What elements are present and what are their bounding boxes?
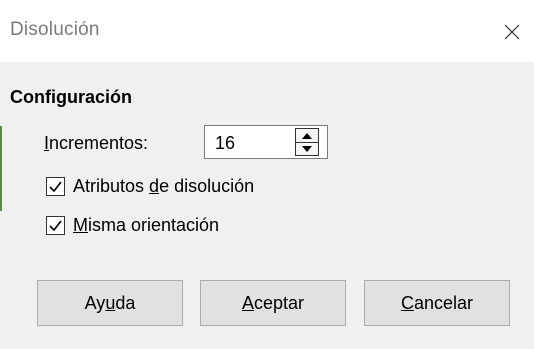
ok-button[interactable]: Aceptar [200,280,346,326]
close-button[interactable] [490,14,534,50]
settings-section-title: Configuración [10,87,132,107]
dialog-body: Configuración Incrementos: 16 Atributos … [0,62,534,349]
window-title: Disolución [10,19,100,40]
spin-buttons [295,128,319,156]
dissolve-attributes-row[interactable]: Atributos de disolución [46,174,254,198]
triangle-up-icon [302,132,312,139]
increments-spinbox[interactable]: 16 [204,125,328,159]
title-bar: Disolución [0,0,534,62]
dissolve-attributes-checkbox[interactable] [46,176,65,196]
help-button[interactable]: Ay u da [37,280,183,326]
dissolve-attributes-label: Atributos de disolución [73,176,255,196]
left-accent-line [0,126,2,211]
same-orientation-checkbox[interactable] [46,215,65,235]
spin-down-button[interactable] [296,142,318,155]
same-orientation-label: Misma orientación [73,215,220,235]
increments-label-text: ncrementos: [49,133,149,153]
same-orientation-row[interactable]: Misma orientación [46,213,219,237]
increments-value[interactable]: 16 [215,132,235,154]
checkmark-icon [49,220,62,231]
triangle-down-icon [302,145,312,152]
dissolve-dialog: Disolución Configuración Incrementos: 16 [0,0,534,349]
cancel-button[interactable]: Cancelar [364,280,510,326]
checkmark-icon [49,181,62,192]
close-icon [504,24,520,40]
increments-label: Incrementos: [44,132,148,154]
spin-up-button[interactable] [296,129,318,143]
